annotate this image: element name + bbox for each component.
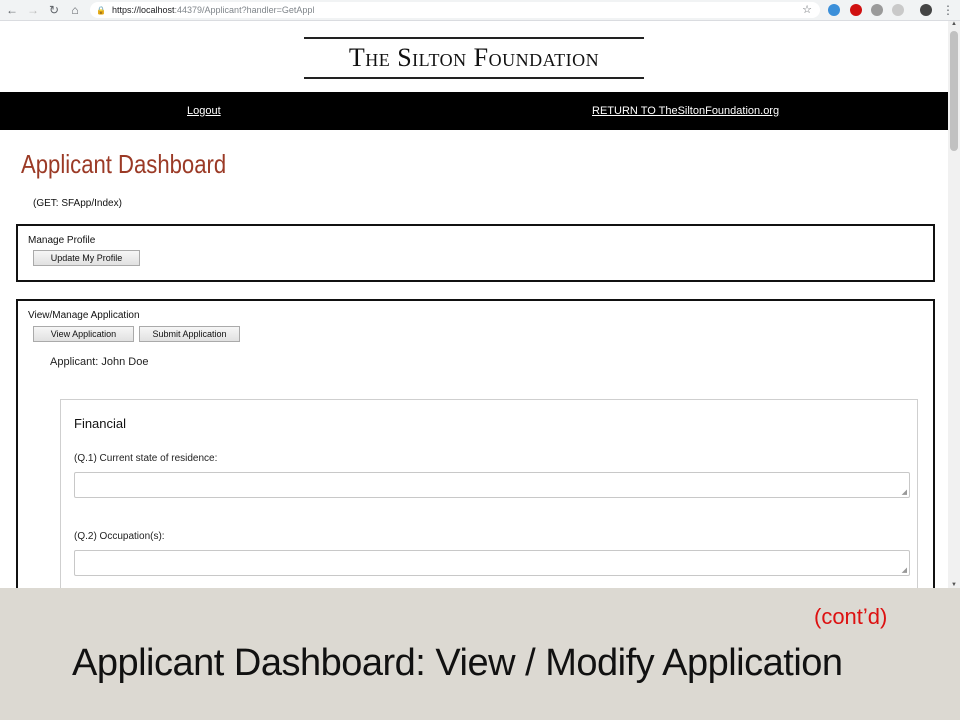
applicant-name: Applicant: John Doe	[50, 356, 149, 368]
submit-application-button[interactable]: Submit Application	[139, 326, 240, 342]
extension-icon-3[interactable]	[871, 4, 883, 16]
web-page: The Silton Foundation Logout RETURN TO T…	[0, 21, 948, 588]
lock-icon: 🔒	[96, 5, 106, 15]
scrollbar-thumb[interactable]	[950, 31, 958, 151]
logo-text: The Silton Foundation	[348, 43, 600, 72]
site-logo[interactable]: The Silton Foundation	[304, 37, 644, 79]
extension-icon-2[interactable]	[850, 4, 862, 16]
url-host: https://localhost	[111, 5, 175, 15]
top-navigation: Logout RETURN TO TheSiltonFoundation.org	[0, 92, 948, 130]
page-scrollbar[interactable]: ▲ ▼	[948, 21, 960, 588]
financial-panel: Financial (Q.1) Current state of residen…	[60, 399, 918, 588]
slide-title: Applicant Dashboard: View / Modify Appli…	[72, 642, 843, 684]
forward-arrow-icon[interactable]: →	[24, 1, 42, 19]
profile-avatar[interactable]	[920, 4, 932, 16]
view-manage-section: View/Manage Application View Application…	[16, 299, 935, 588]
address-bar[interactable]: 🔒 https://localhost:44379/Applicant?hand…	[90, 2, 820, 18]
url-path: :44379/Applicant?handler=GetAppl	[174, 5, 315, 15]
manage-profile-label: Manage Profile	[28, 235, 96, 246]
resize-grip-icon[interactable]: ◢	[902, 566, 907, 574]
slide-footer: (cont’d) Applicant Dashboard: View / Mod…	[0, 588, 960, 720]
return-link[interactable]: RETURN TO TheSiltonFoundation.org	[592, 105, 779, 117]
page-title: Applicant Dashboard	[21, 149, 227, 179]
page-subtitle: (GET: SFApp/Index)	[33, 198, 122, 209]
view-application-button[interactable]: View Application	[33, 326, 134, 342]
extension-icon-4[interactable]	[892, 4, 904, 16]
view-manage-label: View/Manage Application	[28, 310, 140, 321]
logout-link[interactable]: Logout	[187, 105, 221, 117]
continued-label: (cont’d)	[814, 604, 888, 629]
back-arrow-icon[interactable]: ←	[3, 1, 21, 19]
home-icon[interactable]: ⌂	[66, 1, 84, 19]
manage-profile-section: Manage Profile Update My Profile	[16, 224, 935, 282]
menu-kebab-icon[interactable]: ⋮	[939, 1, 957, 19]
question-1-label: (Q.1) Current state of residence:	[74, 453, 218, 464]
reload-icon[interactable]: ↻	[45, 1, 63, 19]
extension-icon-1[interactable]	[828, 4, 840, 16]
scroll-up-icon[interactable]: ▲	[951, 21, 957, 27]
financial-title: Financial	[74, 416, 127, 431]
update-profile-button[interactable]: Update My Profile	[33, 250, 140, 266]
browser-toolbar: ← → ↻ ⌂ 🔒 https://localhost:44379/Applic…	[0, 0, 960, 21]
occupation-textarea[interactable]: ◢	[74, 550, 910, 576]
question-2-label: (Q.2) Occupation(s):	[74, 531, 165, 542]
resize-grip-icon[interactable]: ◢	[902, 488, 907, 496]
residence-state-textarea[interactable]: ◢	[74, 472, 910, 498]
star-icon[interactable]: ☆	[802, 3, 812, 16]
